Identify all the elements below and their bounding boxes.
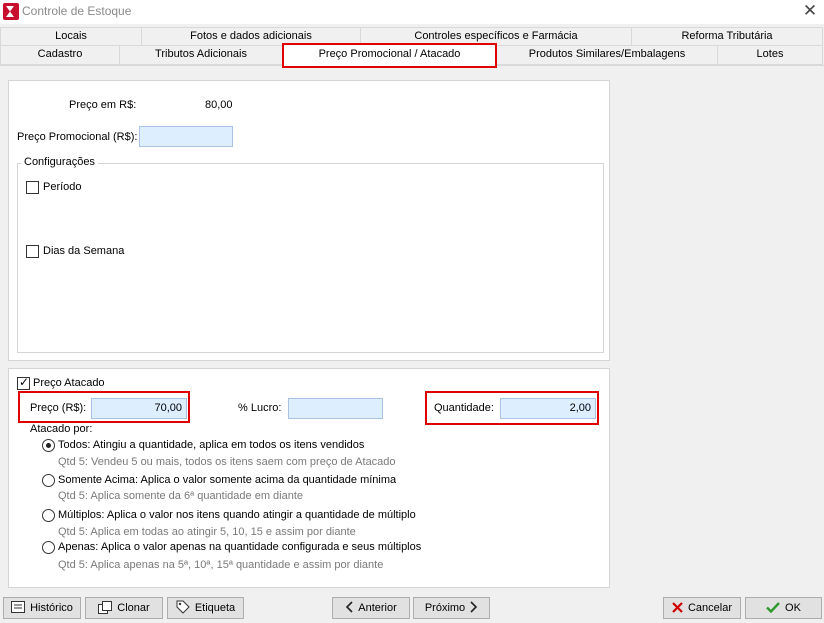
- option-todos-hint: Qtd 5: Vendeu 5 ou mais, todos os itens …: [58, 456, 396, 468]
- close-icon[interactable]: ✕: [800, 1, 820, 21]
- proximo-label: Próximo: [424, 602, 466, 614]
- config-fieldset: Período Dias da Semana: [17, 163, 604, 353]
- anterior-label: Anterior: [358, 602, 397, 614]
- historico-button[interactable]: Histórico: [3, 597, 81, 619]
- option-apenas-hint: Qtd 5: Aplica apenas na 5ª, 10ª, 15ª qua…: [58, 559, 384, 571]
- promo-price-input[interactable]: [139, 126, 233, 147]
- tag-icon: [176, 600, 190, 616]
- option-multiplos-label: Múltiplos: Aplica o valor nos itens quan…: [58, 509, 416, 521]
- config-legend: Configurações: [21, 156, 98, 168]
- cancel-x-icon: [672, 601, 683, 615]
- cancelar-button[interactable]: Cancelar: [663, 597, 741, 619]
- atacado-group: ✓ Preço Atacado Preço (R$): 70,00 % Lucr…: [8, 368, 610, 588]
- lucro-input[interactable]: [288, 398, 383, 419]
- clonar-button[interactable]: Clonar: [85, 597, 163, 619]
- tab-locais[interactable]: Locais: [0, 27, 142, 46]
- history-icon: [11, 601, 26, 615]
- etiqueta-button[interactable]: Etiqueta: [167, 597, 244, 619]
- quantidade-label: Quantidade:: [434, 402, 494, 414]
- option-somente-acima-label: Somente Acima: Aplica o valor somente ac…: [58, 474, 397, 486]
- price-label: Preço em R$:: [69, 99, 137, 111]
- check-icon: [766, 601, 780, 615]
- radio-apenas[interactable]: [42, 541, 55, 554]
- ok-button[interactable]: OK: [745, 597, 822, 619]
- radio-multiplos[interactable]: [42, 509, 55, 522]
- atacado-price-label: Preço (R$):: [30, 402, 87, 414]
- option-somente-acima-hint: Qtd 5: Aplica somente da 6ª quantidade e…: [58, 490, 304, 502]
- promo-price-label: Preço Promocional (R$):: [17, 131, 138, 143]
- clonar-label: Clonar: [117, 602, 150, 614]
- lucro-label: % Lucro:: [238, 402, 282, 414]
- window-title: Controle de Estoque: [22, 4, 132, 18]
- periodo-checkbox[interactable]: [26, 181, 39, 194]
- dias-semana-label: Dias da Semana: [43, 245, 125, 257]
- clone-icon: [98, 600, 113, 616]
- checkmark-icon: ✓: [19, 375, 30, 389]
- ok-label: OK: [785, 602, 801, 614]
- price-value: 80,00: [205, 99, 233, 111]
- tab-reforma-tributaria[interactable]: Reforma Tributária: [631, 27, 823, 46]
- anterior-button[interactable]: Anterior: [332, 597, 410, 619]
- app-logo-icon: [3, 3, 19, 20]
- tab-preco-promocional-atacado[interactable]: Preço Promocional / Atacado: [282, 43, 497, 66]
- periodo-label: Período: [43, 181, 82, 193]
- tab-produtos-similares-embalagens[interactable]: Produtos Similares/Embalagens: [496, 45, 718, 65]
- chevron-right-icon: [470, 601, 478, 615]
- chevron-left-icon: [345, 601, 353, 615]
- cancelar-label: Cancelar: [687, 602, 733, 614]
- dias-semana-checkbox[interactable]: [26, 245, 39, 258]
- tab-lotes[interactable]: Lotes: [717, 45, 823, 65]
- preco-atacado-checkbox[interactable]: ✓: [17, 375, 30, 390]
- proximo-button[interactable]: Próximo: [413, 597, 490, 619]
- atacado-por-label: Atacado por:: [30, 423, 93, 435]
- etiqueta-label: Etiqueta: [194, 602, 236, 614]
- tab-cadastro[interactable]: Cadastro: [0, 45, 120, 65]
- historico-label: Histórico: [30, 602, 73, 614]
- option-apenas-label: Apenas: Aplica o valor apenas na quantid…: [58, 541, 422, 553]
- option-todos-label: Todos: Atingiu a quantidade, aplica em t…: [58, 439, 365, 451]
- preco-atacado-label: Preço Atacado: [33, 377, 105, 389]
- atacado-price-input[interactable]: 70,00: [91, 398, 187, 419]
- radio-somente-acima[interactable]: [42, 474, 55, 487]
- quantidade-input[interactable]: 2,00: [500, 398, 596, 419]
- tab-tributos-adicionais[interactable]: Tributos Adicionais: [119, 45, 283, 65]
- option-multiplos-hint: Qtd 5: Aplica em todas ao atingir 5, 10,…: [58, 526, 356, 538]
- radio-todos[interactable]: [42, 439, 55, 452]
- promo-group: Preço em R$: 80,00 Preço Promocional (R$…: [8, 80, 610, 361]
